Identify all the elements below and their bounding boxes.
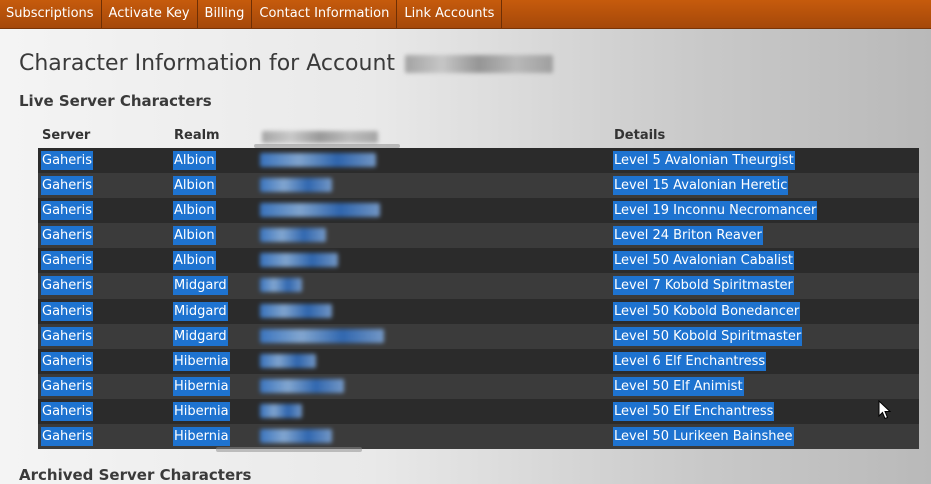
redacted-character-name bbox=[260, 328, 384, 343]
nav-link-accounts[interactable]: Link Accounts bbox=[397, 0, 503, 28]
cell-realm: Midgard bbox=[173, 301, 228, 321]
table-row[interactable]: Gaheris Albion Level 19 Inconnu Necromance… bbox=[38, 198, 919, 224]
cell-server: Gaheris bbox=[41, 326, 94, 346]
characters-table: Server Realm Details Gaheris Albion Level … bbox=[38, 124, 919, 450]
table-header: Server Realm Details bbox=[38, 124, 919, 148]
cell-details: Level 15 Avalonian Heretic bbox=[613, 176, 789, 196]
cell-character-name-redacted bbox=[260, 201, 380, 220]
cell-character-name-redacted bbox=[260, 226, 326, 245]
cell-realm: Hibernia bbox=[173, 401, 230, 421]
table-row[interactable]: Gaheris Hibernia Level 6 Elf Enchantress bbox=[38, 348, 919, 374]
cell-details: Level 50 Elf Enchantress bbox=[613, 401, 775, 421]
cell-realm: Albion bbox=[173, 151, 216, 170]
cell-realm: Hibernia bbox=[173, 427, 230, 447]
redacted-character-name bbox=[260, 403, 302, 418]
cell-server: Gaheris bbox=[41, 276, 94, 296]
cell-realm: Midgard bbox=[173, 276, 228, 296]
column-header-details[interactable]: Details bbox=[614, 128, 665, 143]
cell-character-name-redacted bbox=[260, 427, 332, 446]
table-scroll-indicator bbox=[216, 447, 362, 452]
redacted-character-name bbox=[260, 353, 316, 368]
redacted-character-name bbox=[260, 228, 326, 243]
cell-realm: Midgard bbox=[173, 326, 228, 346]
redacted-character-name bbox=[260, 203, 380, 218]
cell-server: Gaheris bbox=[41, 201, 94, 221]
redacted-character-name bbox=[260, 153, 376, 167]
cell-character-name-redacted bbox=[260, 302, 332, 321]
mouse-cursor-icon bbox=[878, 400, 892, 420]
cell-realm: Hibernia bbox=[173, 376, 230, 396]
cell-details: Level 6 Elf Enchantress bbox=[613, 351, 767, 371]
nav-contact-information[interactable]: Contact Information bbox=[252, 0, 398, 28]
cell-server: Gaheris bbox=[41, 251, 94, 271]
cell-details: Level 50 Elf Animist bbox=[613, 376, 744, 396]
cell-server: Gaheris bbox=[41, 226, 94, 246]
cell-character-name-redacted bbox=[260, 402, 302, 421]
table-row[interactable]: Gaheris Albion Level 15 Avalonian Heretic bbox=[38, 173, 919, 199]
redacted-character-name bbox=[260, 303, 332, 318]
cell-details: Level 50 Avalonian Cabalist bbox=[613, 251, 795, 271]
cell-server: Gaheris bbox=[41, 401, 94, 421]
nav-subscriptions[interactable]: Subscriptions bbox=[0, 0, 102, 28]
cell-character-name-redacted bbox=[260, 352, 316, 371]
archived-server-heading: Archived Server Characters bbox=[19, 466, 252, 484]
nav-activate-key[interactable]: Activate Key bbox=[102, 0, 198, 28]
redacted-character-name bbox=[260, 378, 344, 393]
cell-character-name-redacted bbox=[260, 377, 344, 396]
cell-details: Level 5 Avalonian Theurgist bbox=[613, 151, 795, 170]
cell-character-name-redacted bbox=[260, 327, 384, 346]
redacted-character-name bbox=[260, 178, 332, 193]
table-row[interactable]: Gaheris Albion Level 50 Avalonian Cabalist bbox=[38, 248, 919, 274]
cell-server: Gaheris bbox=[41, 376, 94, 396]
column-header-realm[interactable]: Realm bbox=[174, 128, 220, 143]
table-row[interactable]: Gaheris Midgard Level 50 Kobold Bonedancer bbox=[38, 298, 919, 324]
page-title-text: Character Information for Account bbox=[19, 51, 396, 76]
cell-details: Level 24 Briton Reaver bbox=[613, 226, 763, 246]
cell-details: Level 50 Lurikeen Bainshee bbox=[613, 427, 794, 447]
cell-server: Gaheris bbox=[41, 351, 94, 371]
table-row[interactable]: Gaheris Hibernia Level 50 Lurikeen Bainshe… bbox=[38, 424, 919, 450]
cell-realm: Albion bbox=[173, 226, 216, 246]
cell-details: Level 7 Kobold Spiritmaster bbox=[613, 276, 794, 296]
cell-character-name-redacted bbox=[260, 151, 376, 170]
cell-details: Level 50 Kobold Spiritmaster bbox=[613, 326, 803, 346]
cell-server: Gaheris bbox=[41, 151, 94, 170]
table-row[interactable]: Gaheris Hibernia Level 50 Elf Enchantress bbox=[38, 398, 919, 425]
nav-billing[interactable]: Billing bbox=[198, 0, 253, 28]
redacted-account-name bbox=[405, 54, 554, 73]
page-title: Character Information for Account bbox=[19, 51, 554, 76]
cell-details: Level 19 Inconnu Necromancer bbox=[613, 201, 818, 221]
column-header-server[interactable]: Server bbox=[42, 128, 90, 143]
cell-character-name-redacted bbox=[260, 251, 338, 270]
cell-character-name-redacted bbox=[260, 276, 302, 295]
redacted-character-name bbox=[260, 429, 332, 444]
cell-realm: Hibernia bbox=[173, 351, 230, 371]
cell-character-name-redacted bbox=[260, 176, 332, 195]
cell-details: Level 50 Kobold Bonedancer bbox=[613, 301, 801, 321]
table-row[interactable]: Gaheris Albion Level 5 Avalonian Theurgist bbox=[38, 148, 919, 174]
cell-server: Gaheris bbox=[41, 176, 94, 196]
cell-server: Gaheris bbox=[41, 427, 94, 447]
top-nav: Subscriptions Activate Key Billing Conta… bbox=[0, 0, 931, 29]
live-server-heading: Live Server Characters bbox=[19, 92, 212, 110]
column-header-name-redacted[interactable] bbox=[262, 131, 378, 143]
table-row[interactable]: Gaheris Midgard Level 50 Kobold Spiritmast… bbox=[38, 323, 919, 349]
table-body: Gaheris Albion Level 5 Avalonian Theurgist… bbox=[38, 148, 919, 450]
cell-realm: Albion bbox=[173, 201, 216, 221]
redacted-character-name bbox=[260, 253, 338, 268]
cell-realm: Albion bbox=[173, 176, 216, 196]
table-row[interactable]: Gaheris Midgard Level 7 Kobold Spiritmaste… bbox=[38, 273, 919, 299]
cell-server: Gaheris bbox=[41, 301, 94, 321]
cell-realm: Albion bbox=[173, 251, 216, 271]
table-row[interactable]: Gaheris Hibernia Level 50 Elf Animist bbox=[38, 373, 919, 399]
table-row[interactable]: Gaheris Albion Level 24 Briton Reaver bbox=[38, 223, 919, 249]
redacted-character-name bbox=[260, 278, 302, 293]
